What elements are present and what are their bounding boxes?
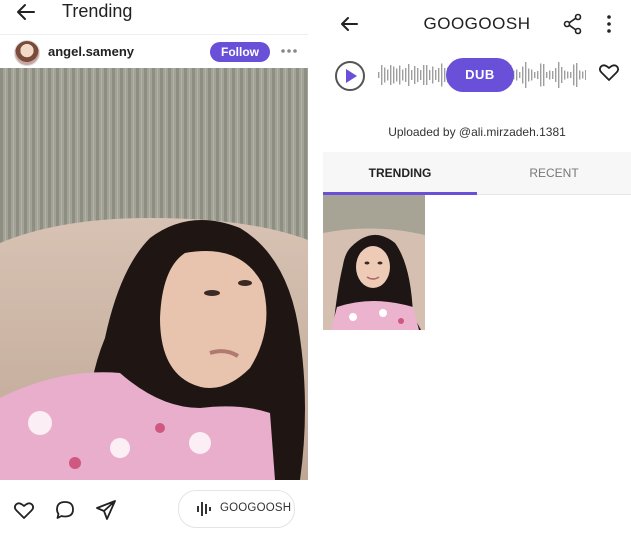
waveform-bar (579, 70, 581, 80)
sound-detail-screen: GOOGOOSH DUB Uploaded by @ali.mirzadeh.1… (323, 0, 631, 548)
waveform-bar (414, 66, 416, 84)
waveform-bar (417, 68, 419, 82)
waveform-bar (387, 69, 389, 81)
waveform-bar (519, 72, 521, 78)
play-circle-icon[interactable] (335, 61, 365, 91)
waveform-icon (196, 501, 214, 522)
sound-button[interactable]: GOOGOOSH (178, 490, 295, 528)
heart-outline-icon[interactable] (597, 60, 621, 84)
avatar[interactable] (14, 40, 40, 66)
tab-bar: TRENDING RECENT (323, 152, 631, 195)
waveform-bar (567, 71, 569, 79)
waveform-bar (384, 67, 386, 83)
arrow-left-icon[interactable] (15, 1, 37, 23)
waveform-bar (441, 63, 443, 87)
sound-player: DUB (323, 48, 631, 104)
waveform-bar (534, 72, 536, 78)
waveform-bar (438, 68, 440, 82)
waveform-bar (558, 62, 560, 88)
waveform-bar (516, 69, 518, 81)
waveform-bar (561, 67, 563, 83)
waveform-bar (585, 70, 587, 80)
waveform-bar (576, 63, 578, 87)
comment-bubble-icon[interactable] (53, 498, 77, 522)
waveform-bar (540, 63, 542, 87)
waveform-bar (399, 65, 401, 85)
top-bar: GOOGOOSH (323, 0, 631, 48)
tab-recent[interactable]: RECENT (477, 152, 631, 194)
video-thumbnail[interactable] (323, 195, 425, 330)
waveform-bar (564, 70, 566, 80)
waveform-bar (402, 69, 404, 81)
waveform-bar (423, 65, 425, 85)
page-title: Trending (62, 1, 133, 21)
heart-outline-icon[interactable] (12, 498, 36, 522)
waveform-bar (432, 66, 434, 84)
waveform-bar (381, 65, 383, 85)
follow-button[interactable]: Follow (210, 42, 270, 62)
uploaded-by-text: Uploaded by @ali.mirzadeh.1381 (388, 125, 566, 139)
sound-label: GOOGOOSH (220, 502, 292, 514)
waveform-bar (426, 65, 428, 85)
waveform-bar (546, 72, 548, 78)
waveform-bar (531, 69, 533, 81)
waveform-bar (420, 70, 422, 80)
waveform-bar (582, 71, 584, 79)
waveform-bar (525, 62, 527, 88)
post-actions: GOOGOOSH (0, 480, 308, 548)
send-plane-icon[interactable] (94, 498, 118, 522)
more-vertical-icon[interactable] (603, 13, 615, 35)
trending-post-screen: Trending angel.sameny Follow GOOGOOSH (0, 0, 308, 548)
waveform-bar (573, 64, 575, 86)
waveform-bar (405, 68, 407, 82)
waveform-bar (435, 70, 437, 80)
page-title: GOOGOOSH (423, 14, 531, 33)
more-horizontal-icon[interactable] (279, 43, 299, 59)
waveform-bar (429, 70, 431, 80)
waveform-bar (378, 72, 380, 78)
waveform-bar (528, 68, 530, 82)
waveform-bar (555, 68, 557, 82)
waveform-bar (522, 66, 524, 84)
waveform-bar (408, 64, 410, 86)
post-header: angel.sameny Follow (0, 34, 308, 69)
waveform-bar (549, 70, 551, 80)
share-nodes-icon[interactable] (562, 13, 584, 35)
waveform-bar (396, 68, 398, 82)
top-bar: Trending (0, 0, 308, 32)
waveform-bar (393, 66, 395, 84)
waveform-bar (411, 70, 413, 80)
waveform-bar (537, 71, 539, 79)
tab-trending[interactable]: TRENDING (323, 152, 477, 194)
dub-button[interactable]: DUB (446, 58, 514, 92)
waveform-bar (543, 64, 545, 86)
waveform-bar (390, 65, 392, 85)
waveform-bar (570, 72, 572, 78)
post-video[interactable] (0, 68, 308, 480)
username[interactable]: angel.sameny (48, 44, 134, 59)
waveform-bar (552, 71, 554, 79)
